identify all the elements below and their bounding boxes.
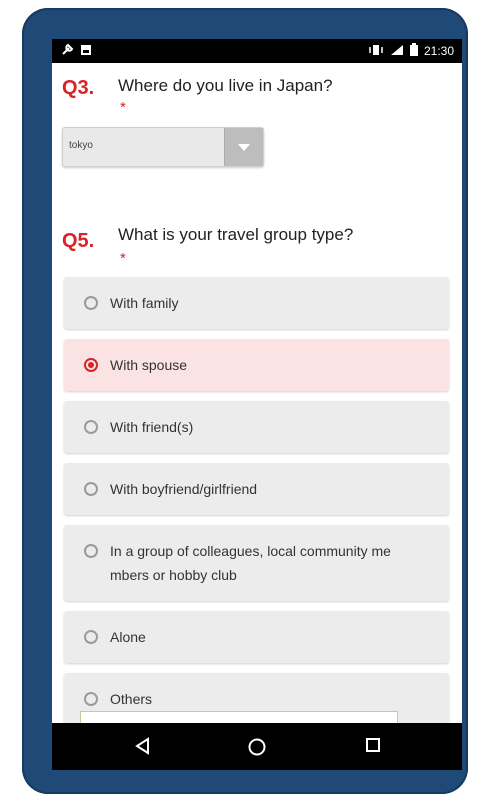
clock-time: 21:30 (423, 44, 454, 58)
option-label-line1: In a group of colleagues, local communit… (110, 543, 391, 559)
q5-required-mark: * (120, 250, 126, 267)
option-label: With friend(s) (110, 419, 194, 435)
survey-content[interactable]: Q3. Where do you live in Japan? * tokyo … (52, 63, 462, 723)
option-alone[interactable]: Alone (64, 611, 449, 663)
prefecture-select-value: tokyo (69, 140, 93, 151)
option-label: With spouse (110, 357, 188, 373)
option-group[interactable]: In a group of colleagues, local communit… (64, 525, 449, 601)
q3-required-mark: * (120, 99, 126, 116)
radio-icon[interactable] (84, 420, 98, 434)
others-text-input[interactable] (80, 711, 398, 723)
status-bar: 21:30 (52, 39, 462, 63)
prefecture-select[interactable]: tokyo (62, 127, 264, 167)
navigation-bar (52, 723, 462, 770)
vibrate-icon (368, 44, 384, 59)
phone-screen: 21:30 Q3. Where do you live in Japan? * … (52, 39, 462, 770)
option-label: With family (110, 295, 179, 311)
option-label: With boyfriend/girlfriend (110, 481, 258, 497)
option-label-line2: mbers or hobby club (110, 567, 237, 583)
image-icon (80, 44, 92, 59)
back-icon[interactable] (134, 737, 152, 760)
home-icon[interactable] (247, 737, 267, 762)
battery-icon (409, 43, 418, 59)
q5-number: Q5. (62, 230, 95, 252)
option-with-spouse[interactable]: With spouse (64, 339, 449, 391)
chevron-down-icon (238, 143, 250, 151)
option-with-partner[interactable]: With boyfriend/girlfriend (64, 463, 449, 515)
radio-selected-icon[interactable] (84, 358, 98, 372)
radio-icon[interactable] (84, 692, 98, 706)
wrench-icon (60, 43, 74, 60)
option-label: Alone (110, 629, 146, 645)
radio-icon[interactable] (84, 544, 98, 558)
option-with-friends[interactable]: With friend(s) (64, 401, 449, 453)
option-with-family[interactable]: With family (64, 277, 449, 329)
select-arrow-button[interactable] (224, 128, 263, 166)
option-label: Others (110, 691, 153, 707)
radio-icon[interactable] (84, 482, 98, 496)
signal-icon (390, 44, 404, 59)
q3-question: Where do you live in Japan? (118, 76, 333, 95)
radio-icon[interactable] (84, 296, 98, 310)
radio-icon[interactable] (84, 630, 98, 644)
recents-icon[interactable] (365, 737, 381, 758)
q3-number: Q3. (62, 77, 95, 99)
q5-question: What is your travel group type? (118, 225, 354, 244)
